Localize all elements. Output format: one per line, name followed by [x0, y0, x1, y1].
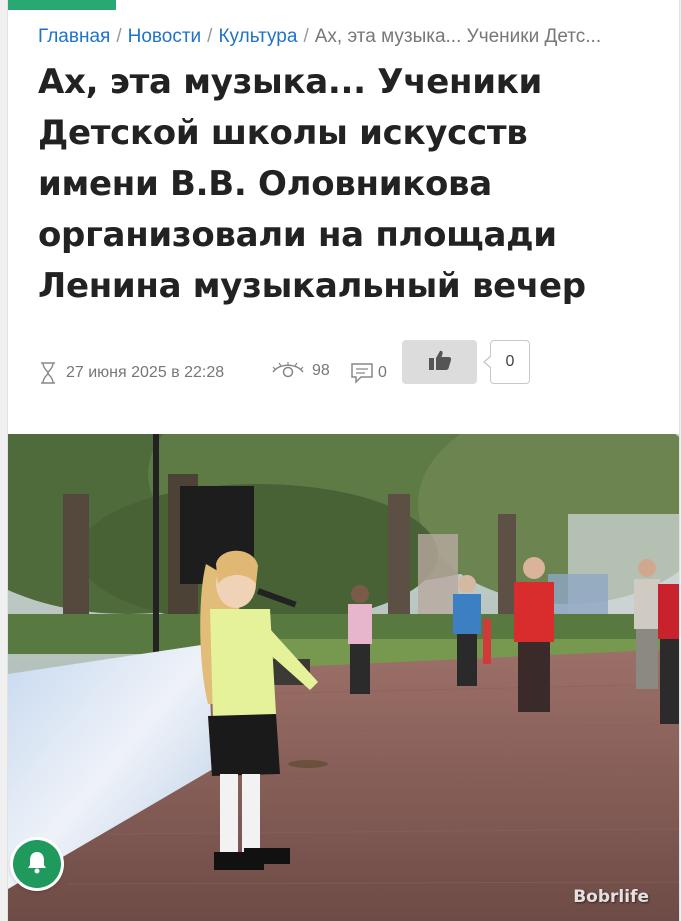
breadcrumb-home-link[interactable]: Главная: [38, 26, 110, 47]
photo-watermark: Bobrlife: [573, 887, 649, 907]
breadcrumb-separator: /: [207, 26, 213, 47]
breadcrumb: Главная / Новости / Культура / Ах, эта музыка.…: [38, 24, 658, 50]
comment-icon: [350, 362, 374, 384]
notification-button[interactable]: [13, 840, 61, 888]
category-strip: [8, 0, 116, 10]
date-meta: 27 июня 2025 в 22:28: [38, 362, 224, 384]
like-count: 0: [483, 340, 530, 384]
breadcrumb-news-link[interactable]: Новости: [128, 26, 202, 47]
comments-count: 0: [378, 364, 387, 381]
article-date: 27 июня 2025 в 22:28: [66, 364, 225, 381]
article-meta: 27 июня 2025 в 22:28 98 0 0: [38, 340, 658, 390]
breadcrumb-current: Ах, эта музыка... Ученики Детс...: [314, 26, 602, 47]
article-card: Главная / Новости / Культура / Ах, эта музыка.…: [7, 0, 680, 921]
breadcrumb-separator: /: [303, 26, 309, 47]
like-button[interactable]: [402, 340, 477, 384]
breadcrumb-culture-link[interactable]: Культура: [218, 26, 297, 47]
breadcrumb-separator: /: [116, 26, 122, 47]
article-title: Ах, эта музыка... Ученики Детской школы …: [38, 62, 586, 306]
views-meta: 98: [272, 362, 330, 380]
article-photo[interactable]: Bobrlife: [8, 434, 679, 921]
comments-meta[interactable]: 0: [350, 362, 387, 384]
thumbs-up-icon: [428, 349, 452, 376]
bell-icon: [26, 850, 48, 879]
eye-icon: [272, 362, 304, 380]
hourglass-icon: [38, 362, 58, 384]
views-count: 98: [312, 362, 330, 379]
